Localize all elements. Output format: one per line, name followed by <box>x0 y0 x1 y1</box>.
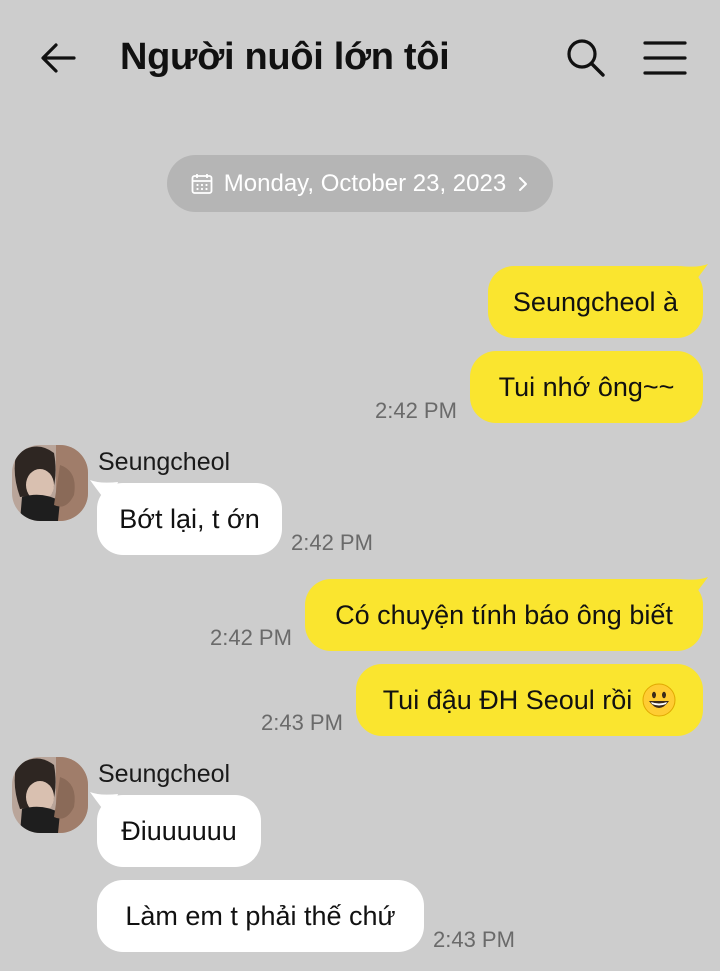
message-text: Có chuyện tính báo ông biết <box>335 599 673 630</box>
avatar-photo <box>12 445 88 521</box>
arrow-left-icon <box>41 43 76 73</box>
outgoing-message-bubble[interactable]: Tui nhớ ông~~ <box>470 351 703 423</box>
message-timestamp: 2:42 PM <box>375 398 457 423</box>
message-text: Seungcheol à <box>512 286 679 317</box>
chat-title: Người nuôi lớn tôi <box>120 36 450 78</box>
contact-avatar[interactable] <box>12 445 88 521</box>
message-timestamp: 2:43 PM <box>433 927 515 952</box>
outgoing-message-bubble[interactable]: Có chuyện tính báo ông biết <box>305 579 703 651</box>
message-text: Làm em t phải thế chứ <box>125 900 396 931</box>
search-button[interactable] <box>562 34 610 82</box>
message-text: Tui đậu ĐH Seoul rồi <box>382 684 633 715</box>
outgoing-message-bubble[interactable]: Seungcheol à <box>488 266 703 338</box>
contact-avatar[interactable] <box>12 757 88 833</box>
incoming-message-bubble[interactable]: Làm em t phải thế chứ <box>97 880 424 952</box>
incoming-message-bubble[interactable]: Điuuuuuu <box>97 795 261 867</box>
date-separator-pill[interactable]: Monday, October 23, 2023 <box>167 155 553 212</box>
sender-name: Seungcheol <box>98 448 231 476</box>
message-timestamp: 2:42 PM <box>291 530 373 555</box>
search-icon <box>567 39 605 77</box>
grinning-face-emoji <box>642 683 676 717</box>
avatar-photo <box>12 757 88 833</box>
message-text: Tui nhớ ông~~ <box>498 371 675 402</box>
chevron-right-icon <box>519 176 528 191</box>
hamburger-menu-icon <box>643 41 687 75</box>
incoming-message-bubble[interactable]: Bớt lại, t ớn <box>97 483 282 555</box>
message-text: Bớt lại, t ớn <box>119 503 260 534</box>
message-timestamp: 2:43 PM <box>261 710 343 735</box>
chat-header: Người nuôi lớn tôi <box>0 0 720 118</box>
back-button[interactable] <box>34 34 82 82</box>
outgoing-message-bubble[interactable]: Tui đậu ĐH Seoul rồi <box>356 664 703 736</box>
sender-name: Seungcheol <box>98 760 231 788</box>
calendar-icon <box>191 173 213 194</box>
menu-button[interactable] <box>640 34 690 82</box>
message-text: Điuuuuuu <box>121 815 237 846</box>
message-timestamp: 2:42 PM <box>210 625 292 650</box>
date-label: Monday, October 23, 2023 <box>223 169 507 197</box>
